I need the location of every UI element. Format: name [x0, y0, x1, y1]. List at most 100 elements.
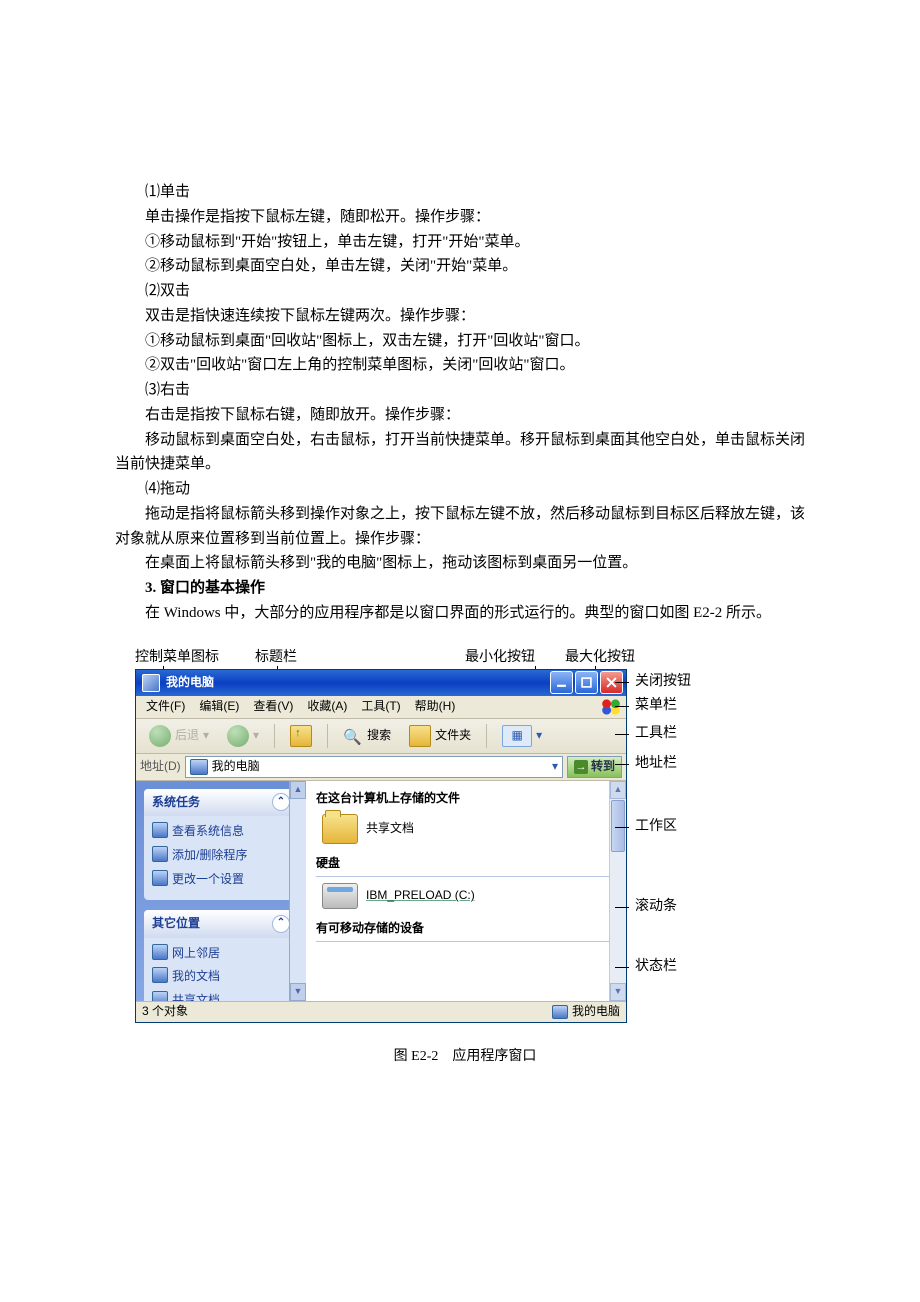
address-bar: 地址(D) 我的电脑 ▾ 转到	[136, 754, 626, 781]
task-link[interactable]: 更改一个设置	[152, 868, 290, 892]
para-1: ⑴单击	[115, 180, 805, 205]
forward-button[interactable]: ▾	[220, 722, 266, 750]
scroll-down-icon[interactable]: ▼	[290, 983, 306, 1001]
panel-title: 系统任务	[152, 793, 200, 813]
label-titlebar: 标题栏	[255, 650, 297, 665]
collapse-icon[interactable]: ⌃	[272, 793, 290, 811]
dropdown-icon: ▾	[203, 726, 209, 746]
menu-file[interactable]: 文件(F)	[140, 696, 191, 718]
control-menu-icon[interactable]	[142, 674, 160, 692]
section-disks: 硬盘	[316, 854, 622, 877]
toolbar: 后退 ▾ ▾ 搜索 文件夹	[136, 719, 626, 754]
scroll-up-icon[interactable]: ▲	[290, 781, 306, 799]
go-button[interactable]: 转到	[567, 756, 622, 778]
menu-help[interactable]: 帮助(H)	[409, 696, 462, 718]
address-field[interactable]: 我的电脑 ▾	[185, 756, 563, 778]
views-button[interactable]: ▾	[495, 722, 549, 750]
label-toolbar: 工具栏	[627, 717, 727, 751]
document-page: ⑴单击 单击操作是指按下鼠标左键，随即松开。操作步骤： ①移动鼠标到"开始"按钮…	[0, 0, 920, 1128]
label-max-btn: 最大化按钮	[565, 650, 635, 665]
titlebar[interactable]: 我的电脑	[136, 670, 626, 696]
para-7: ①移动鼠标到桌面"回收站"图标上，双击左键，打开"回收站"窗口。	[115, 329, 805, 354]
folders-icon	[409, 725, 431, 747]
item-shared-docs[interactable]: 共享文档	[322, 814, 622, 844]
folder-icon	[322, 814, 358, 844]
para-4: ②移动鼠标到桌面空白处，单击左键，关闭"开始"菜单。	[115, 254, 805, 279]
minimize-button[interactable]	[550, 671, 573, 694]
scroll-up-icon[interactable]: ▲	[610, 781, 626, 799]
label-close-btn: 关闭按钮	[627, 669, 727, 695]
label-workspace: 工作区	[627, 777, 727, 877]
computer-icon	[552, 1005, 568, 1019]
search-icon	[343, 726, 363, 746]
client-area: 系统任务 ⌃ 查看系统信息 添加/删除程序 更改一个设置 其它位置	[136, 781, 626, 1001]
panel-system-tasks: 系统任务 ⌃ 查看系统信息 添加/删除程序 更改一个设置	[144, 789, 298, 900]
dropdown-icon: ▾	[253, 726, 259, 746]
scroll-thumb[interactable]	[611, 800, 625, 852]
scroll-down-icon[interactable]: ▼	[610, 983, 626, 1001]
separator	[327, 724, 328, 748]
item-label: IBM_PRELOAD (C:)	[366, 886, 475, 906]
folder-up-icon	[290, 725, 312, 747]
figure-caption: 图 E2-2 应用程序窗口	[115, 1045, 815, 1068]
para-9: ⑶右击	[115, 378, 805, 403]
label-min-btn: 最小化按钮	[465, 650, 535, 665]
para-15: 在 Windows 中，大部分的应用程序都是以窗口界面的形式运行的。典型的窗口如…	[115, 601, 805, 626]
place-link[interactable]: 我的文档	[152, 965, 290, 989]
scroll-track[interactable]	[610, 853, 626, 983]
separator	[274, 724, 275, 748]
para-3: ①移动鼠标到"开始"按钮上，单击左键，打开"开始"菜单。	[115, 230, 805, 255]
address-value: 我的电脑	[212, 757, 260, 777]
dropdown-icon[interactable]: ▾	[552, 757, 558, 777]
content-area: 在这台计算机上存储的文件 共享文档 硬盘 IBM_PRELOAD (C:) 有可…	[306, 781, 626, 1001]
sidepane-scrollbar[interactable]: ▲ ▼	[289, 781, 306, 1001]
address-label: 地址(D)	[140, 757, 181, 777]
menu-edit[interactable]: 编辑(E)	[193, 696, 245, 718]
label-statusbar: 状态栏	[627, 937, 727, 997]
menubar: 文件(F) 编辑(E) 查看(V) 收藏(A) 工具(T) 帮助(H)	[136, 696, 626, 719]
close-button[interactable]	[600, 671, 623, 694]
para-2: 单击操作是指按下鼠标左键，随即松开。操作步骤：	[115, 205, 805, 230]
up-button[interactable]	[283, 722, 319, 750]
label-menubar: 菜单栏	[627, 695, 727, 717]
status-bar: 3 个对象 我的电脑	[136, 1001, 626, 1022]
label-ctrl-icon: 控制菜单图标	[135, 650, 219, 665]
back-label: 后退	[175, 726, 199, 746]
item-label: 共享文档	[366, 819, 414, 839]
para-13: 拖动是指将鼠标箭头移到操作对象之上，按下鼠标左键不放，然后移动鼠标到目标区后释放…	[115, 502, 805, 552]
computer-icon	[190, 759, 208, 775]
panel-title: 其它位置	[152, 914, 200, 934]
disk-icon	[322, 883, 358, 909]
menu-favorites[interactable]: 收藏(A)	[301, 696, 353, 718]
para-10: 右击是指按下鼠标右键，随即放开。操作步骤：	[115, 403, 805, 428]
section-removable: 有可移动存储的设备	[316, 919, 622, 942]
label-addrbar: 地址栏	[627, 751, 727, 777]
item-disk-c[interactable]: IBM_PRELOAD (C:)	[322, 883, 622, 909]
maximize-button[interactable]	[575, 671, 598, 694]
heading-window-ops: 3. 窗口的基本操作	[115, 576, 805, 601]
para-5: ⑵双击	[115, 279, 805, 304]
content-scrollbar[interactable]: ▲ ▼	[609, 781, 626, 1001]
scroll-track[interactable]	[290, 799, 306, 983]
place-link[interactable]: 网上邻居	[152, 942, 290, 966]
views-icon	[502, 725, 532, 747]
status-left: 3 个对象	[142, 1002, 188, 1022]
menu-tools[interactable]: 工具(T)	[355, 696, 406, 718]
dropdown-icon: ▾	[536, 726, 542, 746]
para-8: ②双击"回收站"窗口左上角的控制菜单图标，关闭"回收站"窗口。	[115, 353, 805, 378]
back-button[interactable]: 后退 ▾	[142, 722, 216, 750]
section-files: 在这台计算机上存储的文件	[316, 789, 622, 809]
side-pane: 系统任务 ⌃ 查看系统信息 添加/删除程序 更改一个设置 其它位置	[136, 781, 306, 1001]
menu-view[interactable]: 查看(V)	[247, 696, 299, 718]
search-button[interactable]: 搜索	[336, 722, 398, 750]
windows-flag-icon	[600, 699, 622, 715]
task-link[interactable]: 查看系统信息	[152, 820, 290, 844]
go-label: 转到	[591, 757, 615, 777]
place-link[interactable]: 共享文档	[152, 989, 290, 1000]
panel-other-places: 其它位置 ⌃ 网上邻居 我的文档 共享文档 控制面板	[144, 910, 298, 1001]
folders-button[interactable]: 文件夹	[402, 722, 478, 750]
search-label: 搜索	[367, 726, 391, 746]
separator	[486, 724, 487, 748]
task-link[interactable]: 添加/删除程序	[152, 844, 290, 868]
collapse-icon[interactable]: ⌃	[272, 915, 290, 933]
